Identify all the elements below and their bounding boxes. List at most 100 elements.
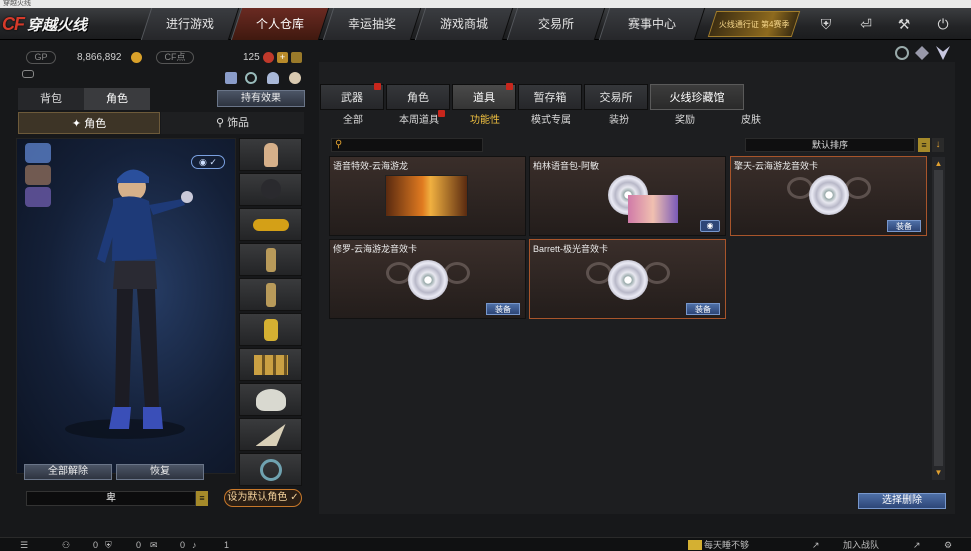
menu-icon[interactable]: ☰ — [20, 540, 28, 550]
character-preview[interactable]: ◉ ✓ — [16, 138, 236, 474]
nav-tab-exchange[interactable]: 交易所 — [506, 8, 606, 40]
power-icon[interactable]: ⏻ — [932, 13, 954, 35]
slot-outfit[interactable] — [239, 278, 302, 311]
character-panel: 背包 角色 持有效果 ✦ 角色 ⚲ 饰品 ◉ ✓ 全部解除 恢复 卑 ≡ 设为默… — [16, 86, 306, 514]
scroll-down-icon[interactable]: ▼ — [934, 468, 943, 477]
item-scrollbar[interactable]: ▲ ▼ — [932, 157, 945, 480]
item-card[interactable]: Barrett-极光音效卡 装备 — [529, 239, 726, 319]
nav-tab-play[interactable]: 进行游戏 — [140, 8, 240, 40]
slot-body[interactable] — [239, 243, 302, 276]
item-card[interactable]: 语音特效-云海游龙 — [329, 156, 526, 236]
list-view-icon[interactable]: ≡ — [918, 138, 930, 152]
rotate-icon[interactable] — [245, 72, 257, 84]
shield-small-icon[interactable]: ⛨ — [105, 540, 112, 550]
slot-ammo[interactable] — [239, 348, 302, 381]
slot-wings[interactable] — [239, 418, 302, 451]
item-card[interactable]: 修罗-云海游龙音效卡 装备 — [329, 239, 526, 319]
search-input[interactable]: ⚲ — [331, 138, 483, 152]
slot-hair[interactable] — [239, 173, 302, 206]
settings-small-icon[interactable]: ⚙ — [944, 540, 952, 550]
item-card[interactable]: 擎天-云海游龙音效卡 装备 — [730, 156, 927, 236]
wrench-icon[interactable]: ⚒ — [893, 13, 915, 35]
nav-tab-warehouse[interactable]: 个人仓库 — [230, 8, 330, 40]
subtab-accessory[interactable]: ⚲ 饰品 — [161, 112, 304, 134]
category-collection[interactable]: 火线珍藏馆 — [650, 84, 744, 110]
daily-status: 每天睡不够 — [704, 540, 750, 550]
sort-dropdown[interactable]: 默认排序 — [745, 138, 915, 152]
filter-all[interactable]: 全部 — [339, 114, 367, 128]
equip-button[interactable]: 装备 — [887, 220, 921, 232]
category-characters[interactable]: 角色 — [386, 84, 450, 110]
nav-tab-events[interactable]: 赛事中心 — [598, 8, 706, 40]
add-icon[interactable]: + — [277, 52, 288, 63]
nav-tab-lottery[interactable]: 幸运抽奖 — [322, 8, 422, 40]
exchange-icon[interactable] — [291, 52, 302, 63]
game-logo[interactable]: CF 穿越火线 — [2, 9, 152, 39]
role-icon: ✦ — [71, 118, 85, 130]
set-default-character-button[interactable]: 设为默认角色 ✓ — [224, 489, 302, 507]
subtab-role[interactable]: ✦ 角色 — [18, 112, 160, 134]
message-count: 0 — [180, 540, 186, 550]
filter-weekly[interactable]: 本周道具 — [397, 110, 445, 128]
emote-icon[interactable] — [289, 72, 301, 84]
batch-delete-button[interactable]: 选择删除 — [858, 493, 946, 509]
filter-reward[interactable]: 奖励 — [673, 114, 697, 128]
team-icon[interactable] — [225, 72, 237, 84]
gem-icon[interactable] — [915, 46, 929, 60]
tab-backpack[interactable]: 背包 — [18, 88, 84, 110]
shield-icon[interactable]: ⛨ — [815, 13, 837, 35]
volume-icon[interactable]: ♪ — [192, 540, 197, 550]
filter-outfit[interactable]: 装扮 — [607, 114, 631, 128]
equip-button[interactable]: 装备 — [486, 303, 520, 315]
filter-skin[interactable]: 皮肤 — [739, 114, 763, 128]
return-icon[interactable]: ⏎ — [855, 13, 877, 35]
gp-label: GP — [26, 51, 56, 64]
scroll-thumb[interactable] — [934, 170, 943, 466]
join-clan-link[interactable]: 加入战队 — [843, 540, 879, 550]
pose-icon[interactable] — [267, 72, 279, 84]
clear-all-button[interactable]: 全部解除 — [24, 464, 112, 480]
accessory-icon: ⚲ — [215, 117, 228, 129]
expand-icon-2[interactable]: ↗ — [913, 540, 921, 550]
slot-head[interactable] — [239, 138, 302, 171]
subtab-role-label: 角色 — [84, 118, 107, 130]
ticket-icon — [263, 52, 274, 63]
filter-functional[interactable]: 功能性 — [467, 114, 503, 128]
status-bar: ☰ ⚇ 0 ⛨ 0 ✉ 0 ♪ 1 每天睡不够 ↗ 加入战队 ↗ ⚙ — [0, 537, 971, 551]
settings-icon[interactable] — [895, 46, 909, 60]
effect-button[interactable]: 持有效果 — [217, 90, 305, 107]
list-icon[interactable]: ≡ — [196, 491, 208, 506]
resource-bar: GP 8,866,892 CF点 125 + — [0, 41, 310, 71]
disc-thumbnail — [608, 260, 648, 300]
disc-thumbnail — [408, 260, 448, 300]
item-card[interactable]: 柏林语音包-阿敏 ◉ — [529, 156, 726, 236]
character-model — [65, 169, 193, 439]
nav-tab-shop[interactable]: 游戏商城 — [414, 8, 514, 40]
clan-count: 0 — [136, 540, 142, 550]
slot-pet[interactable] — [239, 383, 302, 416]
info-icon[interactable]: ◉ — [700, 220, 720, 232]
battle-pass-banner[interactable]: 火线通行证 第4赛季 — [707, 11, 801, 37]
category-storage[interactable]: 暂存箱 — [518, 84, 582, 110]
slot-glasses[interactable] — [239, 208, 302, 241]
character-name-field[interactable]: 卑 — [26, 491, 196, 506]
friends-icon[interactable]: ⚇ — [62, 540, 70, 550]
equip-button[interactable]: 装备 — [686, 303, 720, 315]
tab-character[interactable]: 角色 — [84, 88, 150, 110]
restore-button[interactable]: 恢复 — [116, 464, 204, 480]
slot-effect[interactable] — [239, 453, 302, 486]
filter-mode[interactable]: 模式专属 — [529, 114, 573, 128]
category-weapons[interactable]: 武器 — [320, 83, 384, 110]
rank-icon[interactable] — [936, 46, 950, 60]
app-window: 穿越火线 CF 穿越火线 进行游戏 个人仓库 幸运抽奖 游戏商城 交易所 赛事中… — [0, 0, 971, 551]
expand-icon[interactable]: ↗ — [812, 540, 820, 550]
top-navigation: CF 穿越火线 进行游戏 个人仓库 幸运抽奖 游戏商城 交易所 赛事中心 火线通… — [0, 8, 971, 40]
controller-icon[interactable] — [22, 70, 34, 78]
slot-item[interactable] — [239, 313, 302, 346]
item-title: 柏林语音包-阿敏 — [533, 161, 599, 171]
category-props[interactable]: 道具 — [452, 83, 516, 110]
scroll-up-icon[interactable]: ▲ — [934, 159, 943, 168]
sort-direction-icon[interactable]: ↓ — [932, 138, 944, 152]
chat-icon[interactable]: ✉ — [150, 540, 158, 550]
category-exchange[interactable]: 交易所 — [584, 84, 648, 110]
